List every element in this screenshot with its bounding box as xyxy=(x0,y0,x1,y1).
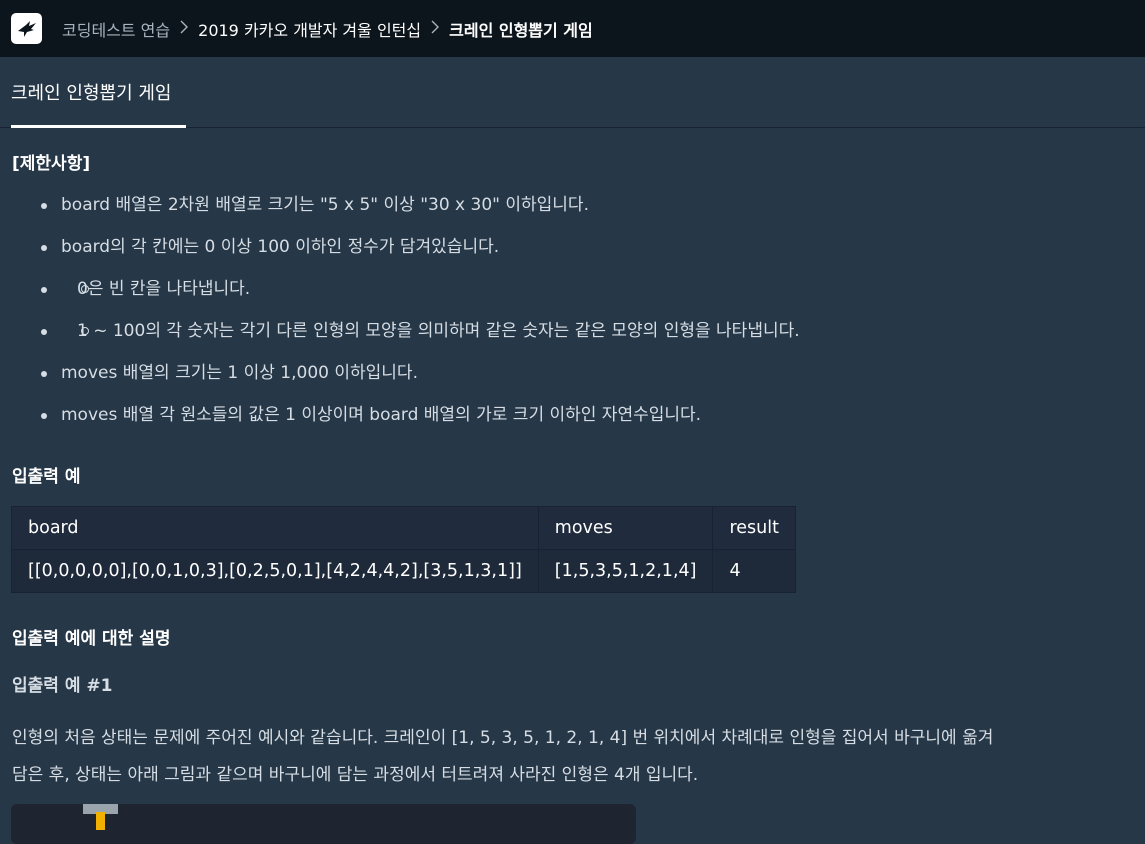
list-item-text: board의 각 칸에는 0 이상 100 이하인 정수가 담겨있습니다. xyxy=(61,237,500,257)
column-header-board: board xyxy=(11,506,539,550)
sublist-item: 1 ~ 100의 각 숫자는 각기 다른 인형의 모양을 의미하며 같은 숫자는… xyxy=(37,316,800,358)
column-header-moves: moves xyxy=(537,506,714,550)
restrictions-list: board 배열은 2차원 배열로 크기는 "5 x 5" 이상 "30 x 3… xyxy=(37,190,800,442)
example-table: board moves result [[0,0,0,0,0],[0,0,1,0… xyxy=(11,506,797,593)
cell-board: [[0,0,0,0,0],[0,0,1,0,3],[0,2,5,0,1],[4,… xyxy=(11,549,539,593)
table-header-row: board moves result xyxy=(11,506,797,550)
breadcrumb-item-current-problem: 크레인 인형뽑기 게임 xyxy=(449,20,593,40)
tab-active-indicator xyxy=(11,125,186,128)
sublist-container: 1 ~ 100의 각 숫자는 각기 다른 인형의 모양을 의미하며 같은 숫자는… xyxy=(37,316,800,358)
cell-moves: [1,5,3,5,1,2,1,4] xyxy=(537,549,714,593)
cell-result: 4 xyxy=(712,549,797,593)
list-item: moves 배열 각 원소들의 값은 1 이상이며 board 배열의 가로 크… xyxy=(37,400,800,442)
breadcrumb-item-contest[interactable]: 2019 카카오 개발자 겨울 인턴십 xyxy=(198,17,421,41)
restrictions-heading: [제한사항] xyxy=(12,154,91,174)
explanation-paragraph: 인형의 처음 상태는 문제에 주어진 예시와 같습니다. 크레인이 [1, 5,… xyxy=(12,720,1145,794)
breadcrumb: 코딩테스트 연습 2019 카카오 개발자 겨울 인턴십 크레인 인형뽑기 게임 xyxy=(62,17,593,41)
example-1-heading: 입출력 예 #1 xyxy=(12,676,113,696)
table-row: [[0,0,0,0,0],[0,0,1,0,3],[0,2,5,0,1],[4,… xyxy=(11,549,797,593)
top-navigation-bar: 코딩테스트 연습 2019 카카오 개발자 겨울 인턴십 크레인 인형뽑기 게임 xyxy=(0,0,1145,57)
example-heading: 입출력 예 xyxy=(12,467,81,487)
list-item: moves 배열의 크기는 1 이상 1,000 이하입니다. xyxy=(37,358,800,400)
breadcrumb-item-coding-test[interactable]: 코딩테스트 연습 xyxy=(62,17,170,41)
list-item: board 배열은 2차원 배열로 크기는 "5 x 5" 이상 "30 x 3… xyxy=(37,190,800,232)
restrictions-sublist: 0은 빈 칸을 나타냅니다. xyxy=(37,274,800,316)
chevron-right-icon xyxy=(180,19,189,38)
explanation-line-1: 인형의 처음 상태는 문제에 주어진 예시와 같습니다. 크레인이 [1, 5,… xyxy=(12,728,994,748)
explanation-line-2: 담은 후, 상태는 아래 그림과 같으며 바구니에 담는 과정에서 터트려져 사… xyxy=(12,765,699,785)
chevron-right-icon xyxy=(431,19,440,38)
column-header-result: result xyxy=(712,506,797,550)
restrictions-sublist: 1 ~ 100의 각 숫자는 각기 다른 인형의 모양을 의미하며 같은 숫자는… xyxy=(37,316,800,358)
tab-problem[interactable]: 크레인 인형뽑기 게임 xyxy=(11,57,186,127)
explanation-heading: 입출력 예에 대한 설명 xyxy=(12,629,171,649)
list-item: board의 각 칸에는 0 이상 100 이하인 정수가 담겨있습니다. xyxy=(37,232,800,274)
programmers-logo-icon[interactable] xyxy=(11,13,42,44)
sublist-container: 0은 빈 칸을 나타냅니다. xyxy=(37,274,800,316)
sublist-item: 0은 빈 칸을 나타냅니다. xyxy=(37,274,800,316)
tab-bar: 크레인 인형뽑기 게임 xyxy=(0,57,1145,128)
crane-arm-icon xyxy=(96,812,105,830)
